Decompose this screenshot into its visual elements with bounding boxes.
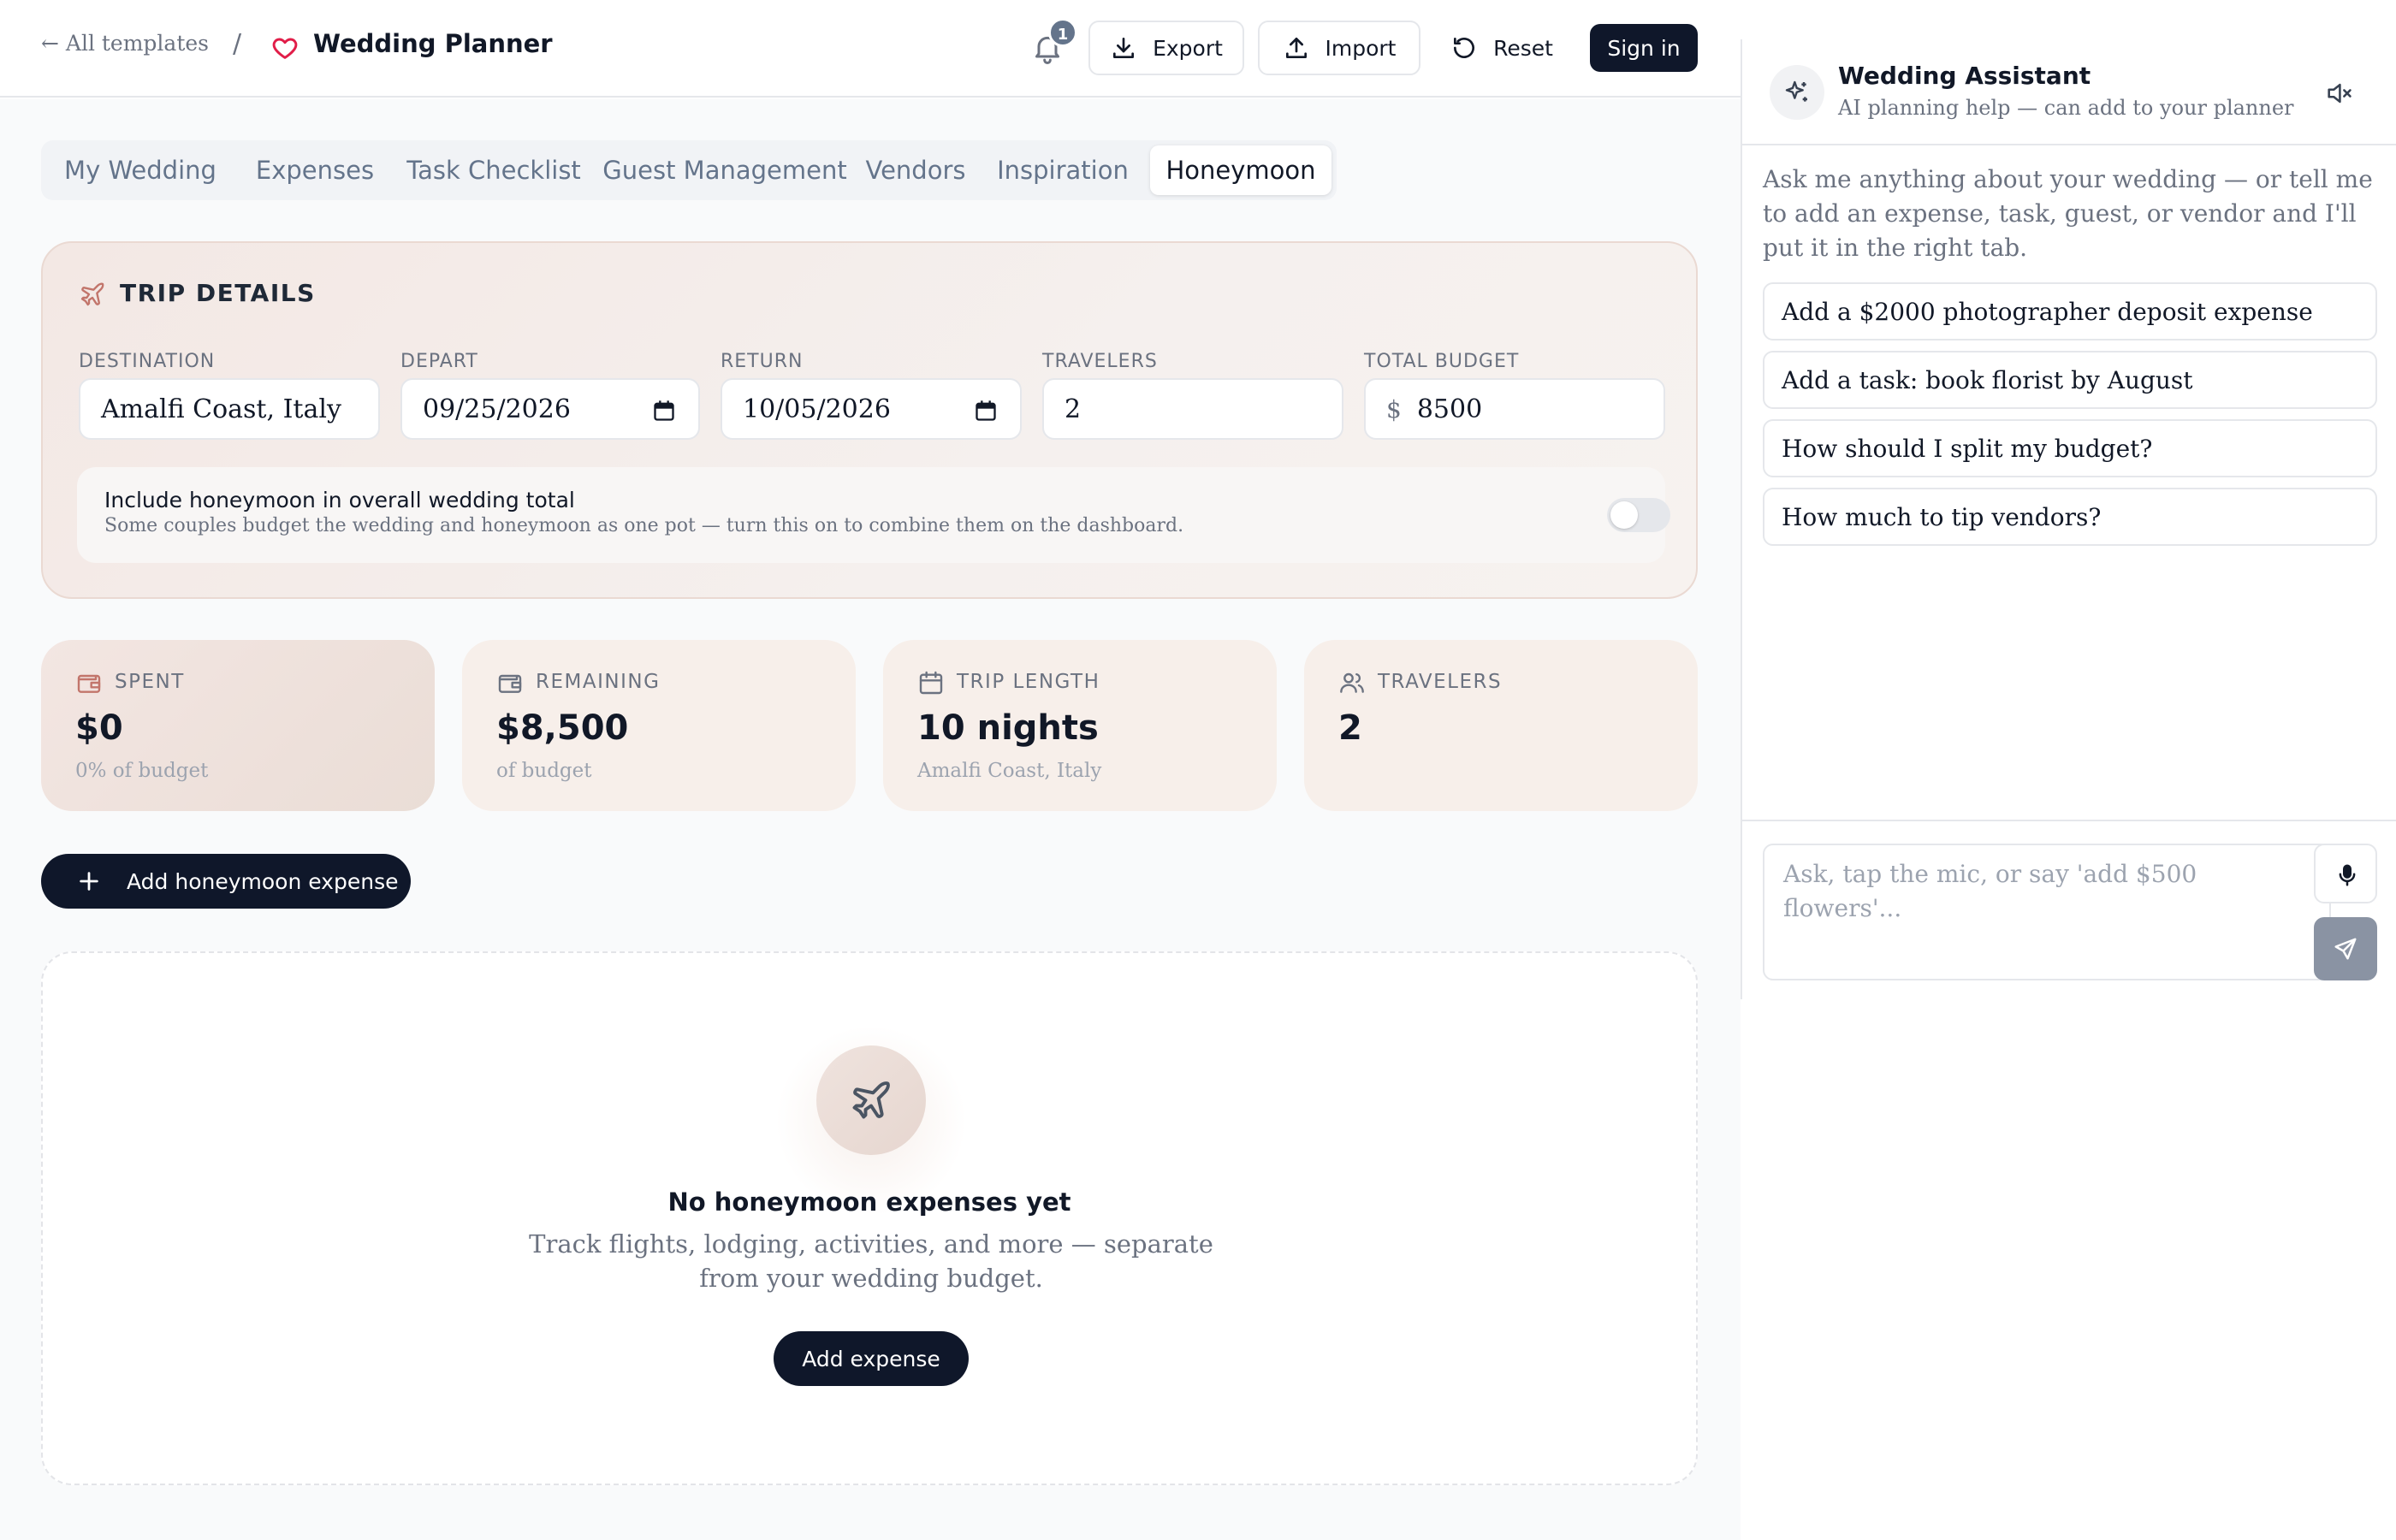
toggle-knob xyxy=(1610,501,1638,529)
trip-details-card: TRIP DETAILS DESTINATION Amalfi Coast, I… xyxy=(41,241,1698,599)
reset-icon xyxy=(1454,38,1475,58)
empty-state-subtitle: Track flights, lodging, activities, and … xyxy=(529,1229,1213,1293)
tab-inspiration[interactable]: Inspiration xyxy=(982,145,1143,195)
total-budget-label: TOTAL BUDGET xyxy=(1364,351,1520,372)
assistant-subtitle: AI planning help — can add to your plann… xyxy=(1838,96,2294,120)
send-button[interactable] xyxy=(2314,917,2377,980)
currency-symbol: $ xyxy=(1386,394,1402,424)
tab-expenses[interactable]: Expenses xyxy=(243,145,387,195)
assistant-avatar xyxy=(1770,65,1824,120)
total-budget-input[interactable]: $ 8500 xyxy=(1364,378,1665,440)
users-icon xyxy=(1340,672,1364,693)
send-icon xyxy=(2334,938,2357,960)
travelers-label: TRAVELERS xyxy=(1042,351,1158,372)
app-title: Wedding Planner xyxy=(313,29,553,58)
add-expense-button[interactable]: Add expense xyxy=(774,1331,969,1386)
upload-icon xyxy=(1285,38,1307,58)
return-value: 10/05/2026 xyxy=(743,394,891,424)
trip-details-title: TRIP DETAILS xyxy=(120,279,316,307)
include-honeymoon-row: Include honeymoon in overall wedding tot… xyxy=(77,467,1670,563)
tab-my-wedding[interactable]: My Wedding xyxy=(46,145,234,195)
stat-value: 2 xyxy=(1338,708,1362,748)
add-honeymoon-expense-button[interactable]: Add honeymoon expense xyxy=(41,854,411,909)
calendar-picker-icon[interactable] xyxy=(974,399,998,423)
sparkles-icon xyxy=(1785,80,1807,102)
notification-badge: 1 xyxy=(1048,18,1077,47)
tab-honeymoon[interactable]: Honeymoon xyxy=(1150,145,1331,195)
all-templates-link[interactable]: ← All templates xyxy=(41,31,209,56)
assistant-intro: Ask me anything about your wedding — or … xyxy=(1763,165,2373,262)
assistant-title: Wedding Assistant xyxy=(1838,62,2091,90)
microphone-button[interactable] xyxy=(2314,844,2377,903)
travelers-input[interactable]: 2 xyxy=(1042,378,1343,440)
stat-sub: 0% of budget xyxy=(75,760,209,782)
plus-icon xyxy=(80,872,98,891)
heart-icon xyxy=(272,38,298,59)
tab-bar: My Wedding Expenses Task Checklist Guest… xyxy=(41,140,1337,200)
stat-label: TRIP LENGTH xyxy=(957,671,1100,693)
export-label: Export xyxy=(1153,35,1223,61)
stat-label: SPENT xyxy=(115,671,185,693)
assistant-panel: Wedding Assistant AI planning help — can… xyxy=(1741,39,2396,999)
suggestion-chip[interactable]: Add a task: book florist by August xyxy=(1763,351,2377,409)
stat-value: $8,500 xyxy=(496,708,629,748)
depart-value: 09/25/2026 xyxy=(423,394,571,424)
stat-value: 10 nights xyxy=(917,708,1099,748)
export-button[interactable]: Export xyxy=(1088,21,1244,75)
return-label: RETURN xyxy=(721,351,804,372)
stat-card-travelers: TRAVELERS 2 xyxy=(1304,640,1698,811)
stat-value: $0 xyxy=(75,708,123,748)
wallet-icon xyxy=(77,674,101,693)
reset-button[interactable]: Reset xyxy=(1434,21,1569,75)
stat-card-trip-length: TRIP LENGTH 10 nights Amalfi Coast, Ital… xyxy=(883,640,1277,811)
plane-icon xyxy=(80,282,104,306)
download-icon xyxy=(1113,38,1135,58)
breadcrumb-separator: / xyxy=(233,29,242,59)
destination-input[interactable]: Amalfi Coast, Italy xyxy=(79,378,380,440)
stat-sub: Amalfi Coast, Italy xyxy=(917,760,1102,782)
suggestion-chip[interactable]: Add a $2000 photographer deposit expense xyxy=(1763,282,2377,341)
empty-state-icon-circle xyxy=(816,1045,926,1155)
speaker-mute-icon[interactable] xyxy=(2324,79,2353,108)
stat-sub: of budget xyxy=(496,760,592,782)
assistant-header: Wedding Assistant AI planning help — can… xyxy=(1742,39,2396,145)
destination-value: Amalfi Coast, Italy xyxy=(101,394,341,424)
total-budget-value: 8500 xyxy=(1416,394,1483,424)
stat-label: TRAVELERS xyxy=(1378,671,1503,693)
travelers-value: 2 xyxy=(1065,394,1082,424)
stat-card-spent: SPENT $0 0% of budget xyxy=(41,640,435,811)
reset-label: Reset xyxy=(1493,35,1553,61)
import-button[interactable]: Import xyxy=(1258,21,1420,75)
suggestion-chip[interactable]: How should I split my budget? xyxy=(1763,419,2377,477)
assistant-composer: Ask, tap the mic, or say 'add $500 flowe… xyxy=(1742,820,2396,999)
tab-guest-management[interactable]: Guest Management xyxy=(599,145,851,195)
suggestion-chip[interactable]: How much to tip vendors? xyxy=(1763,488,2377,546)
assistant-message-input[interactable]: Ask, tap the mic, or say 'add $500 flowe… xyxy=(1763,844,2331,980)
tab-vendors[interactable]: Vendors xyxy=(856,145,976,195)
tab-task-checklist[interactable]: Task Checklist xyxy=(394,145,594,195)
include-honeymoon-description: Some couples budget the wedding and hone… xyxy=(104,515,1184,536)
depart-date-input[interactable]: 09/25/2026 xyxy=(400,378,700,440)
stat-card-remaining: REMAINING $8,500 of budget xyxy=(462,640,856,811)
empty-state-title: No honeymoon expenses yet xyxy=(667,1188,1071,1217)
empty-state-panel: No honeymoon expenses yet Track flights,… xyxy=(41,951,1698,1485)
include-honeymoon-title: Include honeymoon in overall wedding tot… xyxy=(104,488,575,512)
add-honeymoon-expense-label: Add honeymoon expense xyxy=(127,868,399,894)
return-date-input[interactable]: 10/05/2026 xyxy=(721,378,1022,440)
include-honeymoon-toggle[interactable] xyxy=(1607,498,1670,532)
plane-icon xyxy=(852,1081,890,1119)
wallet-icon xyxy=(498,674,522,693)
destination-label: DESTINATION xyxy=(79,351,216,372)
calendar-picker-icon[interactable] xyxy=(652,399,676,423)
depart-label: DEPART xyxy=(400,351,478,372)
stat-label: REMAINING xyxy=(536,671,661,693)
top-header: ← All templates / Wedding Planner 1 Expo… xyxy=(0,0,1741,98)
main-content: My Wedding Expenses Task Checklist Guest… xyxy=(0,99,1741,1540)
microphone-icon xyxy=(2339,864,2356,886)
calendar-icon xyxy=(919,671,943,695)
sign-in-button[interactable]: Sign in xyxy=(1590,24,1698,72)
import-label: Import xyxy=(1325,35,1397,61)
